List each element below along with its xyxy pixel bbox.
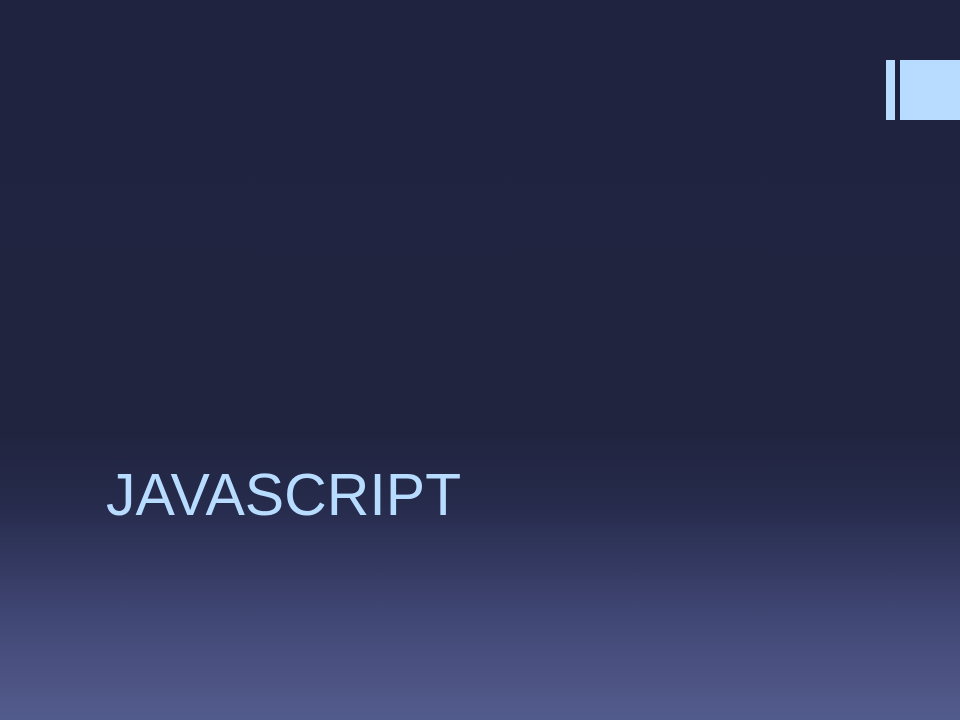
slide: JAVASCRIPT bbox=[0, 0, 960, 720]
corner-accent-mark bbox=[886, 60, 960, 120]
accent-square bbox=[900, 60, 960, 120]
slide-title: JAVASCRIPT bbox=[106, 462, 462, 528]
accent-bar bbox=[886, 60, 895, 120]
